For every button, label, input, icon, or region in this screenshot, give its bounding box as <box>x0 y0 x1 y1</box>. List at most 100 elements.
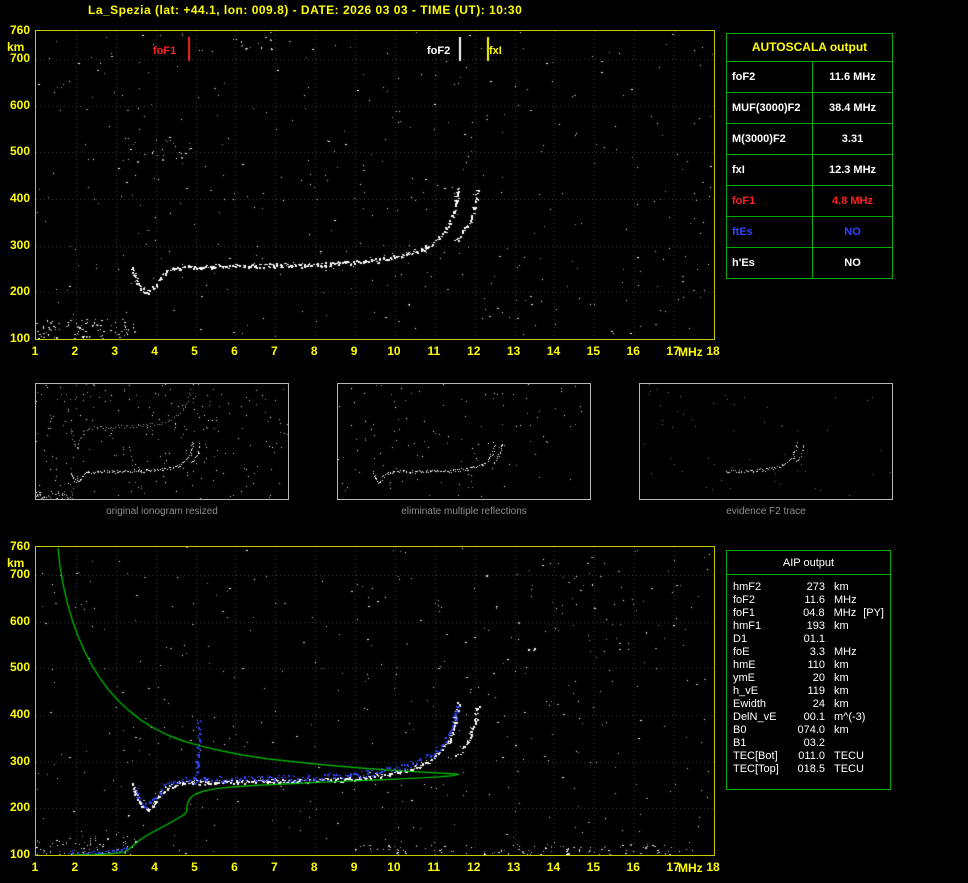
x-tick-label: 6 <box>231 344 238 358</box>
x-tick-label: 9 <box>350 860 358 874</box>
autoscala-table-rows: foF2 11.6 MHz MUF(3000)F2 38.4 MHz M(3000)F2… <box>727 62 892 278</box>
aip-row-unit: MHz <box>834 646 857 658</box>
x-tick-label: 9 <box>350 344 358 358</box>
x-tick-label: 3 <box>111 860 119 874</box>
x-tick-label: 18 <box>706 860 720 874</box>
bottom-ionogram-canvas <box>36 547 714 855</box>
x-tick-label: 10 <box>387 344 401 358</box>
autoscala-row-label: foF2 <box>727 62 813 92</box>
aip-row-ewidth: Ewidth 24 km <box>727 698 890 711</box>
aip-row-unit: km <box>834 620 849 632</box>
autoscala-row-value: 12.3 MHz <box>828 164 877 176</box>
thumbnail-original-ionogram <box>35 383 289 500</box>
aip-row-tecbot: TEC[Bot] 011.0 TECU <box>727 750 890 763</box>
thumbnail-caption-f2: evidence F2 trace <box>726 506 806 517</box>
x-tick-label: 11 <box>427 860 441 874</box>
aip-row-value: 193 <box>806 620 825 632</box>
autoscala-row-label: MUF(3000)F2 <box>727 93 813 123</box>
y-tick-label: 400 <box>9 191 30 205</box>
x-tick-label: 10 <box>387 860 401 874</box>
x-tick-label: 2 <box>71 344 79 358</box>
y-tick-label: 300 <box>9 753 30 768</box>
aip-row-value: 20 <box>812 672 825 684</box>
x-tick-label: 14 <box>546 860 561 874</box>
aip-row-label: foE <box>733 646 750 658</box>
aip-row-tectop: TEC[Top] 018.5 TECU <box>727 763 890 776</box>
page-title: La_Spezia (lat: +44.1, lon: 009.8) - DAT… <box>88 3 523 17</box>
aip-row-value: 00.1 <box>803 711 825 723</box>
aip-row-label: hmE <box>733 659 756 671</box>
aip-row-foe: foE 3.3 MHz <box>727 646 890 659</box>
x-tick-label: 16 <box>626 860 640 874</box>
x-tick-label: 1 <box>31 860 39 874</box>
aip-row-unit: km <box>834 724 849 736</box>
aip-row-fof2: foF2 11.6 MHz <box>727 594 890 607</box>
aip-row-b1: B1 03.2 <box>727 737 890 750</box>
y-tick-label: 600 <box>9 613 30 628</box>
aip-row-value: 110 <box>807 659 825 671</box>
x-tick-label: 5 <box>191 860 198 874</box>
bottom-ionogram-panel <box>35 546 715 856</box>
y-tick-label: 100 <box>9 331 30 345</box>
y-tick-label: 700 <box>9 567 30 581</box>
aip-table-rows: hmF2 273 km foF2 11.6 MHz foF1 04.8 MHz [PY] hmF1 1… <box>727 575 890 776</box>
thumbnail-eliminate-canvas <box>338 384 590 499</box>
x-tick-label: 17 <box>666 860 680 874</box>
aip-row-label: foF2 <box>733 594 756 606</box>
aip-row-unit: km <box>834 672 849 684</box>
autoscala-row-value: 4.8 MHz <box>832 195 873 207</box>
x-tick-label: 7 <box>270 344 278 358</box>
y-tick-label: 500 <box>9 144 30 159</box>
x-tick-label: 17 <box>666 344 680 358</box>
autoscala-row-value: 38.4 MHz <box>828 102 877 114</box>
aip-row-yme: ymE 20 km <box>727 672 890 685</box>
aip-row-value: 04.8 <box>803 607 825 619</box>
aip-row-label: ymE <box>733 672 755 684</box>
aip-row-label: TEC[Top] <box>733 763 779 775</box>
aip-row-value: 119 <box>807 685 825 697</box>
autoscala-row-fxi: fxI 12.3 MHz <box>727 155 892 186</box>
x-tick-label: 7 <box>270 860 278 874</box>
fof1-marker-label: foF1 <box>153 45 177 57</box>
aip-row-label: B0 <box>733 724 747 736</box>
thumbnail-f2-trace <box>639 383 893 500</box>
aip-row-delnve: DelN_vE 00.1 m^(-3) <box>727 711 890 724</box>
aip-row-b0: B0 074.0 km <box>727 724 890 737</box>
aip-row-label: TEC[Bot] <box>733 750 778 762</box>
autoscala-row-hes: h'Es NO <box>727 248 892 278</box>
x-tick-label: 3 <box>111 344 119 358</box>
autoscala-row-value: NO <box>844 257 861 269</box>
autoscala-row-fof1: foF1 4.8 MHz <box>727 186 892 217</box>
y-tick-label: 100 <box>9 847 30 861</box>
y-tick-label: 500 <box>9 660 30 675</box>
autoscala-row-label: M(3000)F2 <box>727 124 813 154</box>
autoscala-row-fof2: foF2 11.6 MHz <box>727 62 892 93</box>
autoscala-row-value: NO <box>844 226 861 238</box>
aip-row-value: 01.1 <box>803 633 825 645</box>
aip-row-unit: km <box>834 581 849 593</box>
autoscala-row-label: h'Es <box>727 248 813 278</box>
aip-row-unit: TECU <box>834 750 864 762</box>
x-tick-label: 2 <box>71 860 79 874</box>
aip-row-unit: MHz <box>834 594 857 606</box>
autoscala-row-label: foF1 <box>727 186 813 216</box>
aip-row-d1: D1 01.1 <box>727 633 890 646</box>
aip-row-label: D1 <box>733 633 748 645</box>
thumbnail-eliminate-reflections <box>337 383 591 500</box>
aip-row-value: 24 <box>812 698 825 710</box>
aip-row-value: 03.2 <box>803 737 825 749</box>
x-tick-label: 13 <box>506 860 521 874</box>
aip-row-value: 018.5 <box>797 763 825 775</box>
aip-row-value: 11.6 <box>804 594 825 606</box>
x-tick-label: 5 <box>191 344 198 358</box>
y-tick-label: 200 <box>9 800 30 815</box>
aip-row-unit: m^(-3) <box>834 711 866 723</box>
x-tick-label: 6 <box>231 860 238 874</box>
x-tick-label: 15 <box>586 860 601 874</box>
thumbnail-caption-original: original ionogram resized <box>106 506 218 517</box>
aip-row-label: hmF1 <box>733 620 762 632</box>
aip-row-label: h_vE <box>733 685 759 697</box>
y-tick-label: 300 <box>9 237 30 252</box>
x-tick-label: 8 <box>310 860 318 874</box>
autoscala-row-value: 3.31 <box>841 133 864 145</box>
